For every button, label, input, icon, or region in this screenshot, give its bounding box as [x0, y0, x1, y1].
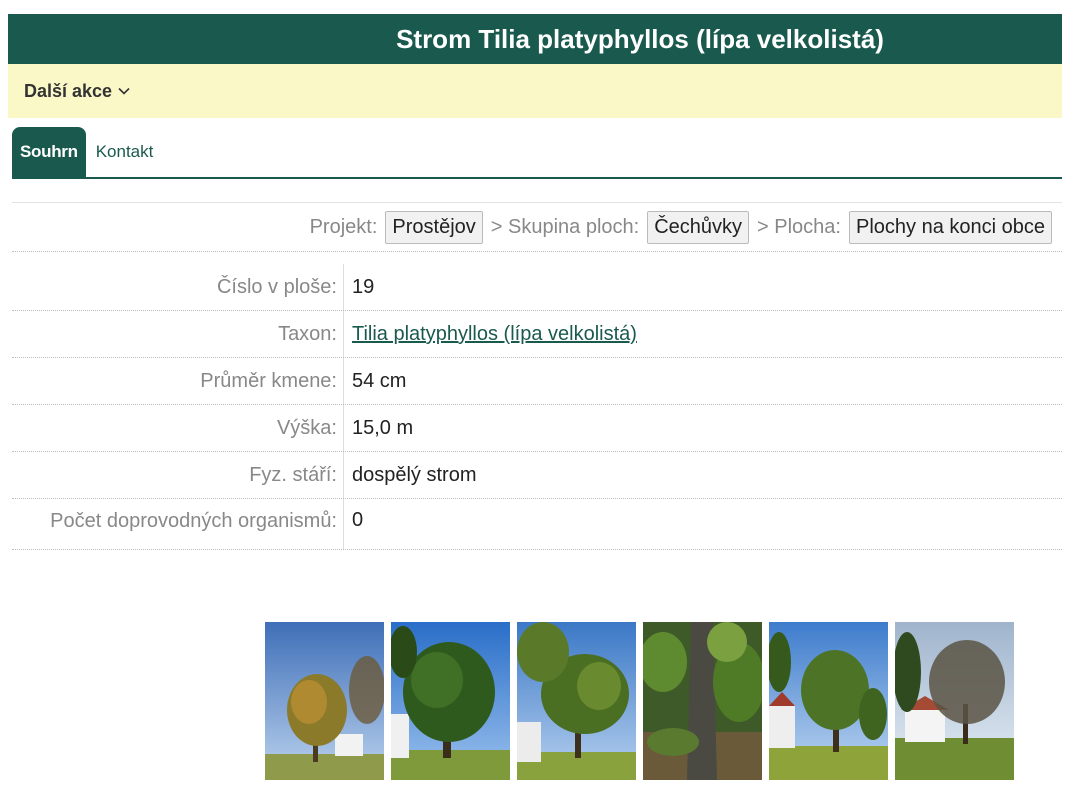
property-value: Tilia platyphyllos (lípa velkolistá): [344, 311, 645, 357]
tree-photo-image: [769, 622, 888, 780]
photo-thumbnail[interactable]: [643, 622, 762, 780]
tab-contact[interactable]: Kontakt: [86, 127, 164, 177]
property-label: Taxon:: [12, 311, 344, 357]
property-label: Fyz. stáří:: [12, 452, 344, 498]
property-value: 15,0 m: [352, 417, 414, 439]
photo-thumbnail[interactable]: [769, 622, 888, 780]
page-header: Strom Tilia platyphyllos (lípa velkolist…: [8, 14, 1062, 64]
tree-photo-image: [265, 622, 384, 780]
property-value: 19: [352, 276, 375, 298]
more-actions-button[interactable]: Další akce: [24, 81, 130, 102]
project-link-button[interactable]: Prostějov: [385, 210, 483, 244]
tab-label: Kontakt: [95, 142, 154, 161]
breadcrumb: Projekt: Prostějov > Skupina ploch: Čech…: [12, 202, 1062, 252]
breadcrumb-area-label: > Plocha:: [757, 215, 841, 238]
property-label: Počet doprovodných organismů:: [12, 499, 344, 549]
property-value: 0: [352, 509, 364, 531]
property-value: dospělý strom: [352, 464, 477, 486]
breadcrumb-project-label: Projekt:: [309, 215, 378, 238]
property-row: Průměr kmene: 54 cm: [12, 358, 1062, 405]
property-row: Počet doprovodných organismů: 0: [12, 499, 1062, 550]
property-row: Výška: 15,0 m: [12, 405, 1062, 452]
property-label: Číslo v ploše:: [12, 264, 344, 310]
more-actions-label: Další akce: [24, 80, 113, 101]
property-value: 54 cm: [352, 370, 407, 392]
tree-photo-image: [391, 622, 510, 780]
property-row: Fyz. stáří: dospělý strom: [12, 452, 1062, 499]
tree-photo-image: [517, 622, 636, 780]
action-bar: Další akce: [8, 64, 1062, 118]
property-row: Taxon: Tilia platyphyllos (lípa velkolis…: [12, 311, 1062, 358]
tab-summary[interactable]: Souhrn: [12, 127, 86, 177]
tree-properties: Číslo v ploše: 19 Taxon: Tilia platyphyl…: [12, 264, 1062, 550]
chevron-down-icon: [118, 87, 130, 95]
property-row: Číslo v ploše: 19: [12, 264, 1062, 311]
property-label: Výška:: [12, 405, 344, 451]
tree-photo-image: [895, 622, 1014, 780]
taxon-link[interactable]: Tilia platyphyllos (lípa velkolistá): [352, 323, 637, 345]
area-link-button[interactable]: Plochy na konci obce: [848, 210, 1052, 244]
page-title: Strom Tilia platyphyllos (lípa velkolist…: [396, 23, 884, 54]
photo-gallery: [265, 622, 1014, 780]
photo-thumbnail[interactable]: [895, 622, 1014, 780]
tab-bar: Souhrn Kontakt: [12, 127, 1062, 179]
breadcrumb-group-label: > Skupina ploch:: [490, 215, 640, 238]
group-link-button[interactable]: Čechůvky: [647, 210, 750, 244]
photo-thumbnail[interactable]: [391, 622, 510, 780]
photo-thumbnail[interactable]: [517, 622, 636, 780]
tab-label: Souhrn: [20, 142, 78, 161]
tree-photo-image: [643, 622, 762, 780]
photo-thumbnail[interactable]: [265, 622, 384, 780]
property-label: Průměr kmene:: [12, 358, 344, 404]
